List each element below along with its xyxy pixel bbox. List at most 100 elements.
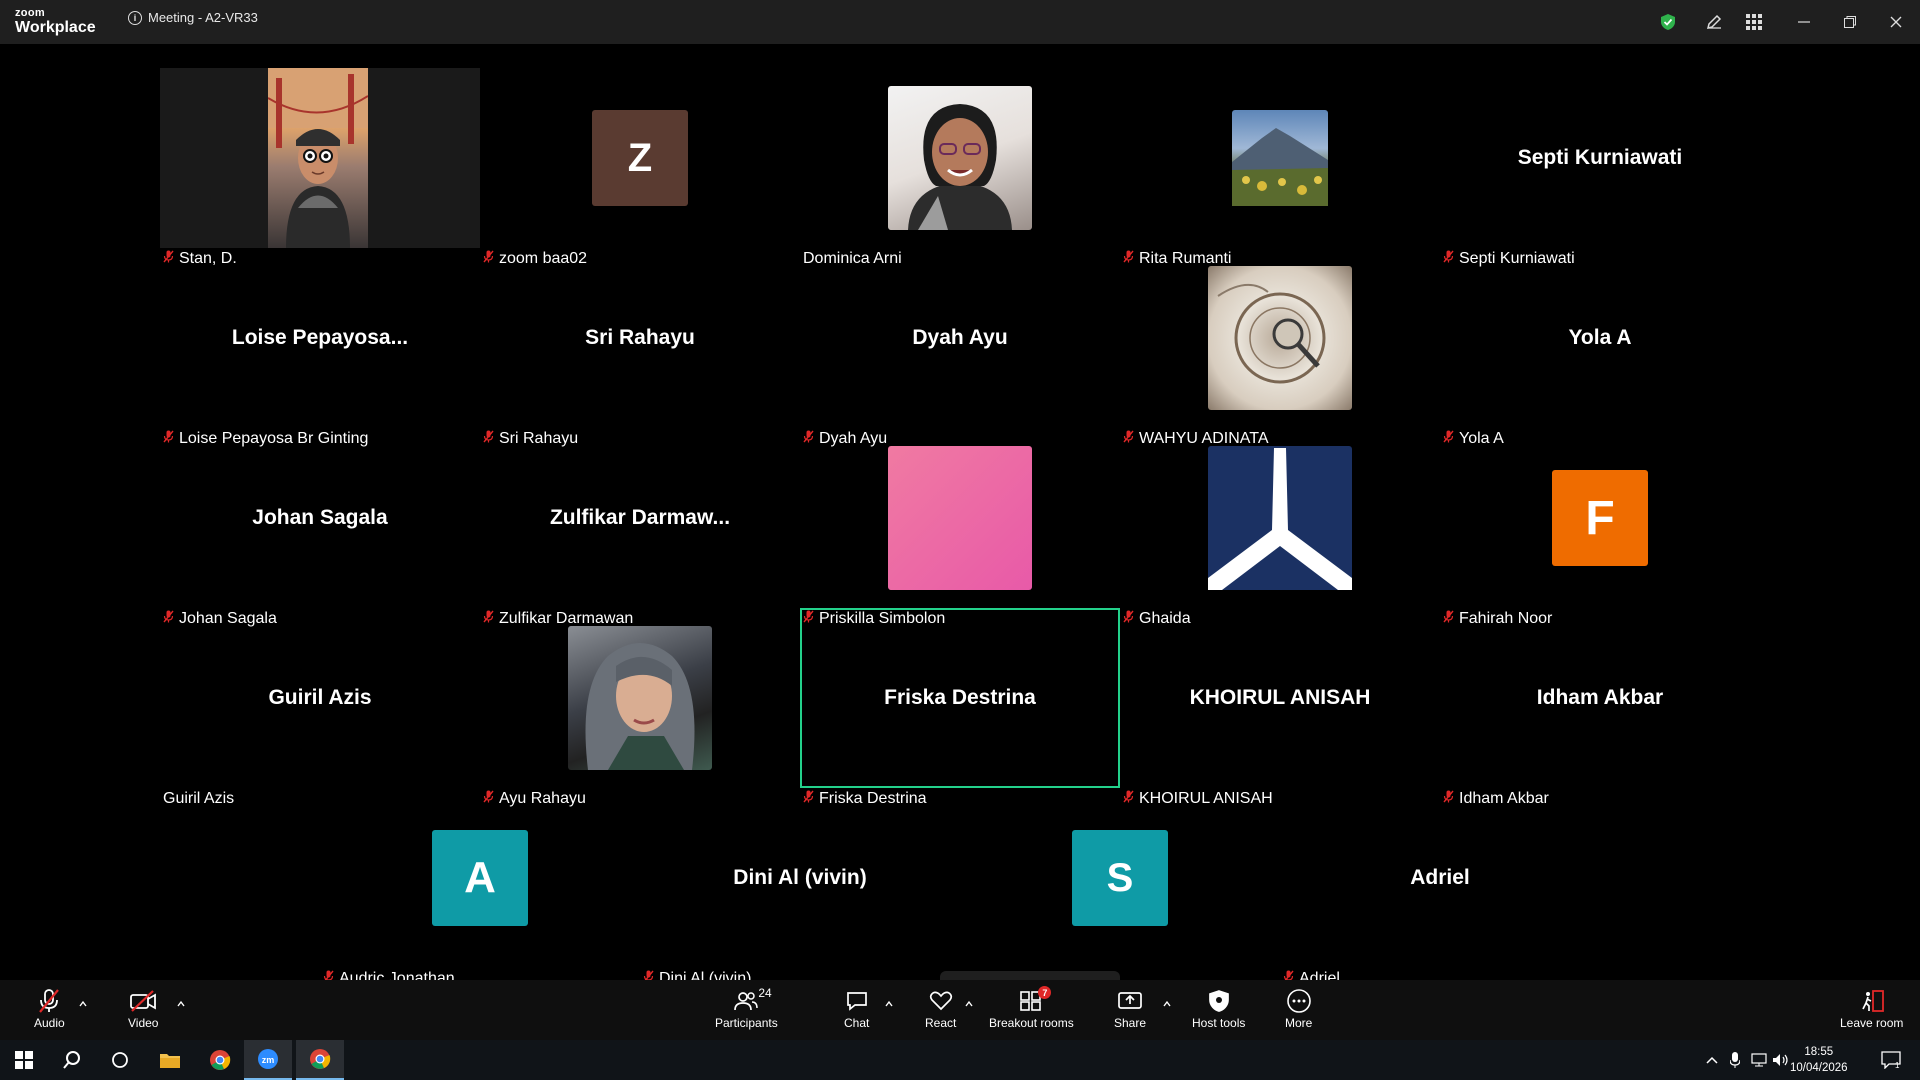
brand-bottom: Workplace xyxy=(15,19,96,36)
participant-tile[interactable] xyxy=(1120,248,1440,428)
participant-photo xyxy=(888,446,1032,590)
participant-tile[interactable]: Guiril Azis xyxy=(160,608,480,788)
muted-mic-icon xyxy=(483,250,494,263)
participant-tile[interactable]: A xyxy=(320,788,640,968)
participant-name-text: Zulfikar Darmawan xyxy=(499,610,634,627)
chat-bubble-icon xyxy=(845,988,869,1014)
participant-name-label: Sri Rahayu xyxy=(483,430,578,448)
search-icon[interactable] xyxy=(48,1040,96,1080)
shield-icon xyxy=(1208,988,1230,1014)
breakout-rooms-label: Breakout rooms xyxy=(989,1016,1074,1030)
participant-name-text: Yola A xyxy=(1459,430,1504,447)
participant-tile[interactable] xyxy=(1120,68,1440,248)
participant-tile[interactable]: Idham Akbar xyxy=(1440,608,1760,788)
windows-start-icon[interactable] xyxy=(0,1040,48,1080)
muted-mic-icon xyxy=(163,430,174,443)
chrome-icon[interactable] xyxy=(196,1040,244,1080)
video-gallery: Z Septi Kurniawati Loise Pepayosa... Sri… xyxy=(0,44,1920,1023)
participant-tile[interactable]: Johan Sagala xyxy=(160,428,480,608)
annotate-pencil-icon[interactable] xyxy=(1702,10,1726,34)
meeting-title: Meeting - A2-VR33 xyxy=(148,10,258,25)
participant-tile[interactable]: KHOIRUL ANISAH xyxy=(1120,608,1440,788)
host-tools-button[interactable]: Host tools xyxy=(1192,988,1245,1030)
participant-name-text: Septi Kurniawati xyxy=(1459,250,1575,267)
participant-name-text: Ghaida xyxy=(1139,610,1191,627)
participant-name-label: Loise Pepayosa Br Ginting xyxy=(163,430,368,448)
participant-tile[interactable]: Sri Rahayu xyxy=(480,248,800,428)
more-button[interactable]: More xyxy=(1285,988,1312,1030)
chat-options-caret-icon[interactable] xyxy=(884,996,894,1007)
participant-name-label: WAHYU ADINATA xyxy=(1123,430,1269,448)
breakout-rooms-button[interactable]: 7 Breakout rooms xyxy=(989,986,1074,1030)
chrome-active-icon[interactable] xyxy=(296,1040,344,1080)
system-clock[interactable]: 18:55 10/04/2026 xyxy=(1790,1044,1848,1076)
participant-display-name: Dini Al (vivin) xyxy=(733,866,867,889)
muted-mic-icon xyxy=(1123,610,1134,623)
leave-room-button[interactable]: Leave room xyxy=(1840,988,1903,1030)
network-icon[interactable] xyxy=(1748,1040,1770,1080)
participant-photo xyxy=(1232,110,1328,206)
show-hidden-icons-chevron-icon[interactable] xyxy=(1702,1040,1722,1080)
participant-avatar-initial: S xyxy=(1072,830,1168,926)
muted-mic-icon xyxy=(163,250,174,263)
active-speaker-tile[interactable]: Friska Destrina xyxy=(800,608,1120,788)
host-tools-label: Host tools xyxy=(1192,1016,1246,1030)
participants-button[interactable]: 24 Participants xyxy=(715,986,778,1030)
more-dots-icon xyxy=(1286,988,1312,1014)
apps-grid-icon[interactable] xyxy=(1742,10,1766,34)
participant-tile[interactable] xyxy=(800,68,1120,248)
participant-name-text: WAHYU ADINATA xyxy=(1139,430,1269,447)
audio-button[interactable]: Audio xyxy=(34,988,65,1030)
participant-name-label: Yola A xyxy=(1443,430,1504,448)
participants-count: 24 xyxy=(758,986,772,1000)
muted-mic-icon xyxy=(803,790,814,803)
participant-name-text: Ayu Rahayu xyxy=(499,790,586,807)
muted-mic-icon xyxy=(803,430,814,443)
close-icon[interactable] xyxy=(1884,10,1908,34)
participant-tile[interactable] xyxy=(160,68,480,248)
meeting-info-button[interactable]: i Meeting - A2-VR33 xyxy=(128,10,258,25)
minimize-icon[interactable] xyxy=(1792,10,1816,34)
muted-mic-icon xyxy=(483,790,494,803)
participant-tile[interactable]: Z xyxy=(480,68,800,248)
restore-icon[interactable] xyxy=(1838,10,1862,34)
video-button[interactable]: Video xyxy=(128,988,158,1030)
zoom-app-icon[interactable]: zm xyxy=(244,1040,292,1080)
participant-tile[interactable]: Yola A xyxy=(1440,248,1760,428)
brand-top: zoom xyxy=(15,7,45,19)
task-view-icon[interactable] xyxy=(96,1040,144,1080)
notifications-icon[interactable]: 1 xyxy=(1876,1040,1906,1080)
muted-mic-icon xyxy=(1443,610,1454,623)
participant-name-text: Sri Rahayu xyxy=(499,430,579,447)
participant-name-text: zoom baa02 xyxy=(499,250,588,267)
volume-icon[interactable] xyxy=(1770,1040,1792,1080)
encryption-shield-icon[interactable] xyxy=(1656,10,1680,34)
chat-button[interactable]: Chat xyxy=(844,988,869,1030)
participant-display-name: Loise Pepayosa... xyxy=(231,326,409,349)
microphone-tray-icon[interactable] xyxy=(1724,1040,1746,1080)
participant-tile[interactable]: Zulfikar Darmaw... xyxy=(480,428,800,608)
participant-tile[interactable]: Loise Pepayosa... xyxy=(160,248,480,428)
participant-tile[interactable] xyxy=(1120,428,1440,608)
participant-tile[interactable]: Dyah Ayu xyxy=(800,248,1120,428)
participant-name-label: Johan Sagala xyxy=(163,610,277,628)
participant-photo xyxy=(888,86,1032,230)
participant-tile[interactable]: Dini Al (vivin) xyxy=(640,788,960,968)
participant-tile[interactable]: Adriel xyxy=(1280,788,1600,968)
participant-avatar-initial: Z xyxy=(592,110,688,206)
heart-icon xyxy=(929,988,953,1014)
muted-mic-icon xyxy=(1443,250,1454,263)
share-options-caret-icon[interactable] xyxy=(1162,996,1172,1007)
file-explorer-icon[interactable] xyxy=(146,1040,194,1080)
participant-tile[interactable]: F xyxy=(1440,428,1760,608)
participant-tile[interactable]: Septi Kurniawati xyxy=(1440,68,1760,248)
react-button[interactable]: React xyxy=(925,988,956,1030)
react-options-caret-icon[interactable] xyxy=(964,996,974,1007)
participant-tile[interactable]: S xyxy=(960,788,1280,968)
clock-date: 10/04/2026 xyxy=(1790,1062,1848,1074)
audio-options-caret-icon[interactable] xyxy=(78,996,88,1007)
participant-tile[interactable] xyxy=(480,608,800,788)
share-button[interactable]: Share xyxy=(1114,988,1146,1030)
video-options-caret-icon[interactable] xyxy=(176,996,186,1007)
participant-tile[interactable] xyxy=(800,428,1120,608)
